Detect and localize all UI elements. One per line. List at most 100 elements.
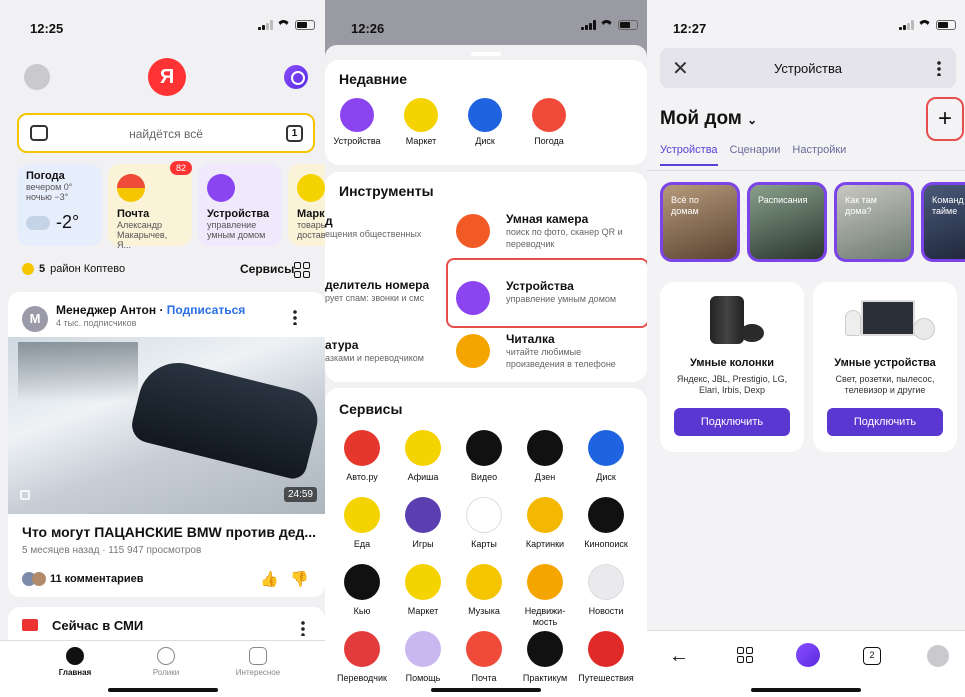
tabs-count-icon[interactable]: 1 <box>286 125 303 142</box>
comments-count: 11 комментариев <box>50 573 144 585</box>
service-app-icon <box>344 430 380 466</box>
service-item[interactable]: Путешествия <box>574 631 638 684</box>
alice-icon[interactable] <box>796 643 820 667</box>
search-bar[interactable]: найдётся всё 1 <box>17 113 315 153</box>
story-all-home[interactable]: Всё по домам <box>660 182 740 262</box>
smart-speakers-card[interactable]: Умные колонки Яндекс, JBL, Prestigio, LG… <box>660 282 804 452</box>
service-item[interactable]: Диск <box>574 430 638 483</box>
home-screen: 12:25 Я найдётся всё 1 Погода вечером 0°… <box>0 0 325 697</box>
service-item[interactable]: Афиша <box>391 430 455 483</box>
more-icon[interactable] <box>937 60 941 76</box>
tab-settings[interactable]: Настройки <box>792 144 846 166</box>
more-icon[interactable] <box>293 309 297 325</box>
news-more-icon[interactable] <box>301 620 305 636</box>
weather-temp: -2° <box>56 212 80 232</box>
smart-devices-card[interactable]: Умные устройства Свет, розетки, пылесос,… <box>813 282 957 452</box>
tab-clips[interactable]: Ролики <box>136 647 196 677</box>
story-home-status[interactable]: Как там дома? <box>834 182 914 262</box>
devices-highlight <box>446 258 647 328</box>
service-item[interactable]: Недвижи-мость <box>513 564 577 628</box>
service-item[interactable]: Карты <box>452 497 516 550</box>
dislike-icon[interactable]: 👎 <box>290 570 309 588</box>
market-card[interactable]: Марке товары доставк <box>288 164 325 246</box>
tab-interesting[interactable]: Интересное <box>228 647 288 677</box>
tabs-count-icon[interactable]: 2 <box>863 647 881 665</box>
market-subtitle: товары доставк <box>297 220 325 240</box>
mail-card[interactable]: Почта Александр Макарычев, Я... 82 <box>108 161 192 250</box>
service-item[interactable]: Музыка <box>452 564 516 617</box>
tool-title: делитель номера <box>325 278 430 292</box>
card-subtitle: Свет, розетки, пылесос, телевизор и друг… <box>835 374 935 395</box>
back-icon[interactable]: ← <box>669 645 689 668</box>
service-item[interactable]: Помощь <box>391 631 455 684</box>
weather-card[interactable]: Погода вечером 0° ночью −3° -2° <box>17 164 102 246</box>
mute-icon[interactable] <box>20 490 30 500</box>
service-item[interactable]: Дзен <box>513 430 577 483</box>
like-icon[interactable]: 👍 <box>260 570 279 588</box>
tool-title: атура <box>325 338 359 352</box>
tool-keyboard[interactable]: атура азками и переводчиком <box>325 338 424 364</box>
story-schedules[interactable]: Расписания <box>747 182 827 262</box>
alice-icon[interactable] <box>284 65 308 89</box>
location-row[interactable]: 5 район Коптево <box>22 263 125 275</box>
tab-interesting-label: Интересное <box>235 668 281 677</box>
car-image <box>128 354 324 482</box>
service-item[interactable]: Игры <box>391 497 455 550</box>
tab-scenarios[interactable]: Сценарии <box>730 144 781 166</box>
author-name[interactable]: Менеджер Антон <box>56 303 156 317</box>
bottom-tabbar: ← 2 <box>647 630 965 697</box>
apps-grid-icon[interactable] <box>737 647 753 663</box>
connect-button[interactable]: Подключить <box>674 408 790 436</box>
tool-transport[interactable]: д ещения общественных <box>325 214 421 240</box>
tool-smart-camera[interactable]: Умная камера поиск по фото, сканер QR и п… <box>456 212 641 250</box>
services-link[interactable]: Сервисы <box>240 262 294 276</box>
profile-avatar[interactable] <box>927 645 949 667</box>
status-icons <box>258 20 315 30</box>
service-item[interactable]: Маркет <box>391 564 455 617</box>
service-app-icon <box>466 430 502 466</box>
tool-reader[interactable]: Читалка читайте любимые произведения в те… <box>456 332 641 370</box>
service-app-icon <box>405 497 441 533</box>
service-app-icon <box>527 631 563 667</box>
service-item[interactable]: Видео <box>452 430 516 483</box>
recent-item[interactable]: Диск <box>455 98 515 146</box>
devices-card[interactable]: Устройства управление умным домом <box>198 164 282 246</box>
recent-item[interactable]: Маркет <box>391 98 451 146</box>
tab-devices[interactable]: Устройства <box>660 144 718 166</box>
recent-item-label: Маркет <box>405 136 437 146</box>
service-item[interactable]: Авто.ру <box>330 430 394 483</box>
service-item[interactable]: Переводчик <box>330 631 394 684</box>
service-item[interactable]: Новости <box>574 564 638 617</box>
story-label: Команд с тайме <box>932 195 965 216</box>
service-item[interactable]: Почта <box>452 631 516 684</box>
sheet-handle[interactable] <box>471 52 501 56</box>
service-item[interactable]: Кью <box>330 564 394 617</box>
tool-title: д <box>325 214 333 228</box>
card-title: Умные устройства <box>834 357 936 369</box>
status-icons <box>581 20 638 30</box>
service-item[interactable]: Картинки <box>513 497 577 550</box>
service-item[interactable]: Еда <box>330 497 394 550</box>
home-indicator <box>431 688 541 692</box>
recent-item[interactable]: Погода <box>519 98 579 146</box>
market-title: Марке <box>297 208 325 220</box>
tab-home[interactable]: Главная <box>45 647 105 677</box>
author-avatar[interactable]: M <box>22 306 48 332</box>
home-selector[interactable]: Мой дом ⌄ <box>660 108 757 130</box>
comments-link[interactable]: 11 комментариев <box>22 572 144 586</box>
recent-item[interactable]: Устройства <box>327 98 387 146</box>
author-separator: · <box>159 303 164 317</box>
video-preview[interactable]: 24:59 <box>8 337 325 514</box>
services-grid-icon[interactable] <box>294 262 310 278</box>
connect-button[interactable]: Подключить <box>827 408 943 436</box>
service-app-icon <box>344 564 380 600</box>
add-device-button[interactable]: + <box>926 97 964 141</box>
tool-caller-id[interactable]: делитель номера рует спам: звонки и смс <box>325 278 429 304</box>
service-item[interactable]: Практикум <box>513 631 577 684</box>
subscribe-link[interactable]: Подписаться <box>167 303 245 317</box>
story-timer-commands[interactable]: Команд с тайме <box>921 182 965 262</box>
profile-avatar[interactable] <box>24 64 50 90</box>
tab-home-label: Главная <box>58 668 92 677</box>
service-item[interactable]: Кинопоиск <box>574 497 638 550</box>
video-title[interactable]: Что могут ПАЦАНСКИЕ BMW против дед... <box>22 524 316 540</box>
